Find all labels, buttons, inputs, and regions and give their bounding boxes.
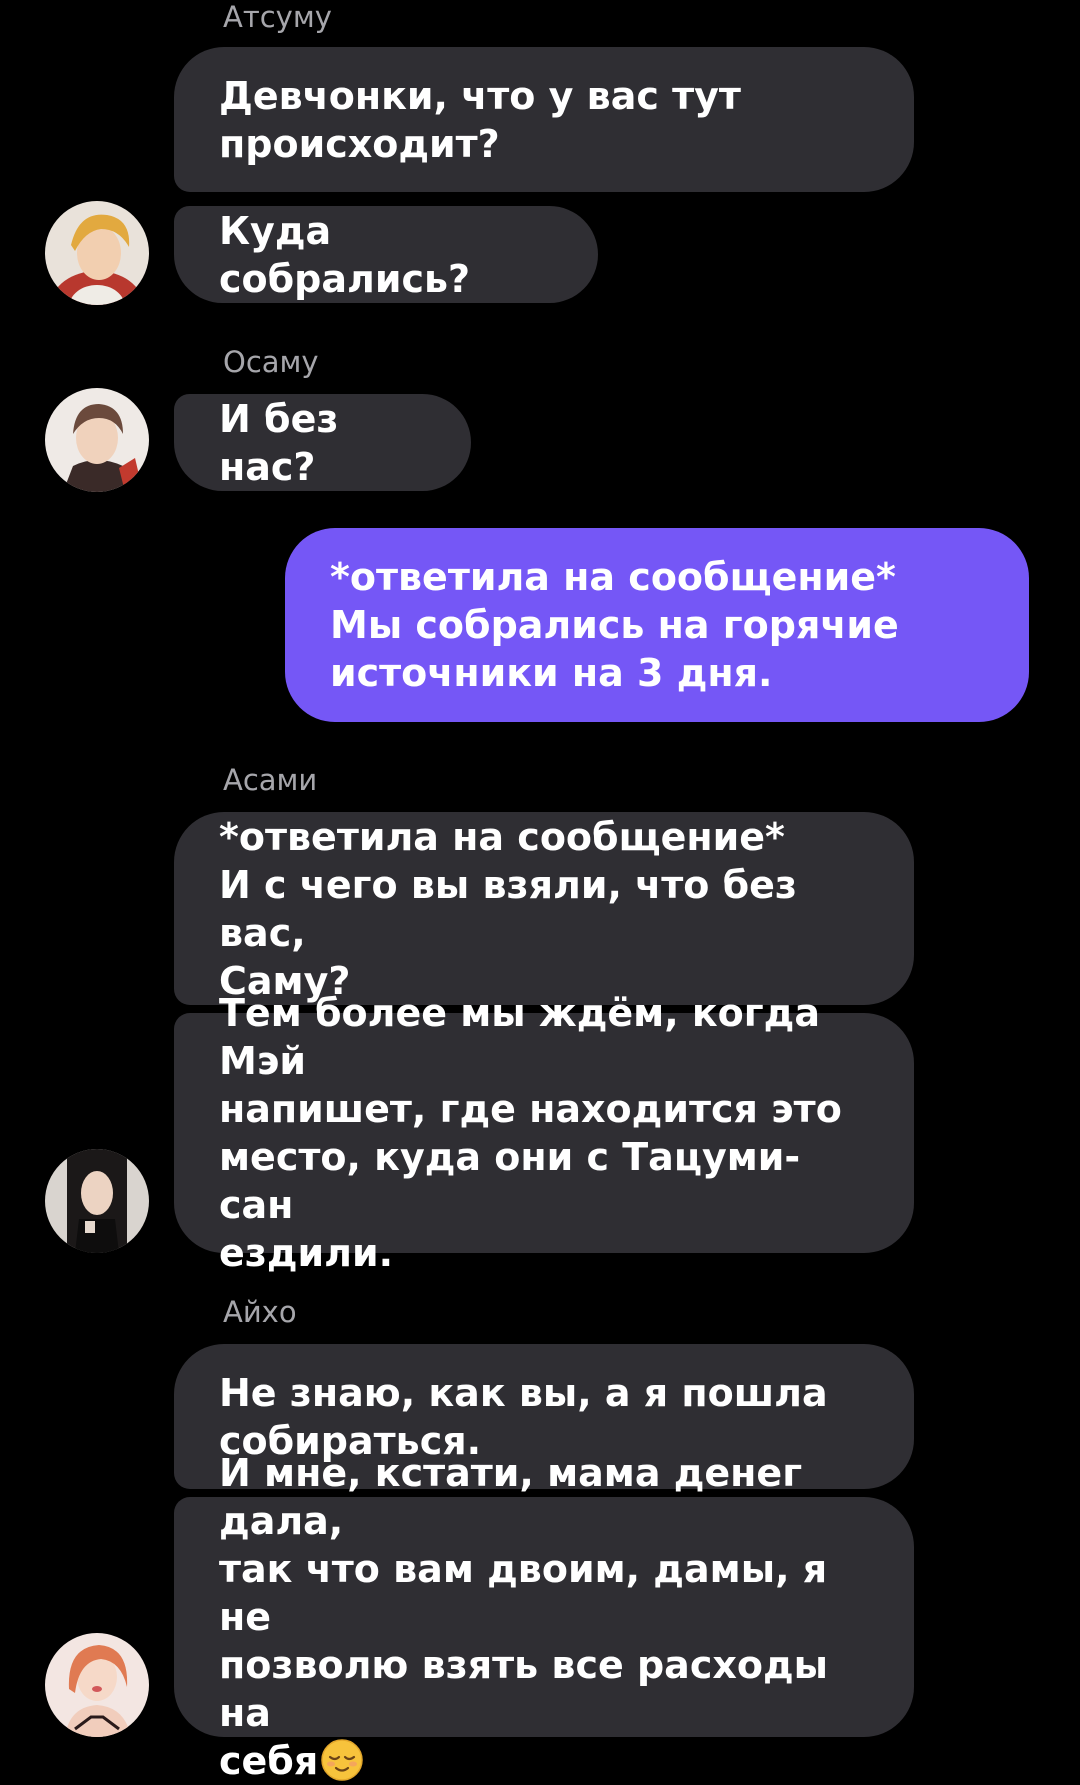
message-bubble-atsumu-2[interactable]: Куда собрались? <box>174 206 598 303</box>
avatar-osamu-image <box>45 388 149 492</box>
avatar-aiho[interactable] <box>45 1633 149 1737</box>
sender-name-osamu: Осаму <box>223 345 319 379</box>
message-bubble-aiho-2[interactable]: И мне, кстати, мама денег дала, так что … <box>174 1451 914 1783</box>
sender-name-atsumu: Атсуму <box>223 0 332 34</box>
message-text-aiho-2: И мне, кстати, мама денег дала, так что … <box>219 1451 829 1783</box>
message-bubble-asami-2[interactable]: Тем более мы ждём, когда Мэй напишет, гд… <box>174 991 914 1275</box>
message-bubble-osamu-1[interactable]: И без нас? <box>174 394 471 491</box>
avatar-aiho-image <box>45 1633 149 1737</box>
avatar-atsumu[interactable] <box>45 201 149 305</box>
relieved-face-emoji-icon <box>321 1739 363 1781</box>
sender-name-aiho: Айхо <box>223 1295 297 1329</box>
message-bubble-atsumu-1[interactable]: Девчонки, что у вас тут происходит? <box>174 47 914 192</box>
avatar-atsumu-image <box>45 201 149 305</box>
avatar-asami-image <box>45 1149 149 1253</box>
avatar-osamu[interactable] <box>45 388 149 492</box>
avatar-asami[interactable] <box>45 1149 149 1253</box>
sender-name-asami: Асами <box>223 763 318 797</box>
message-bubble-asami-1[interactable]: *ответила на сообщение* И с чего вы взял… <box>174 812 914 1005</box>
message-bubble-me-1[interactable]: *ответила на сообщение* Мы собрались на … <box>285 528 1029 722</box>
